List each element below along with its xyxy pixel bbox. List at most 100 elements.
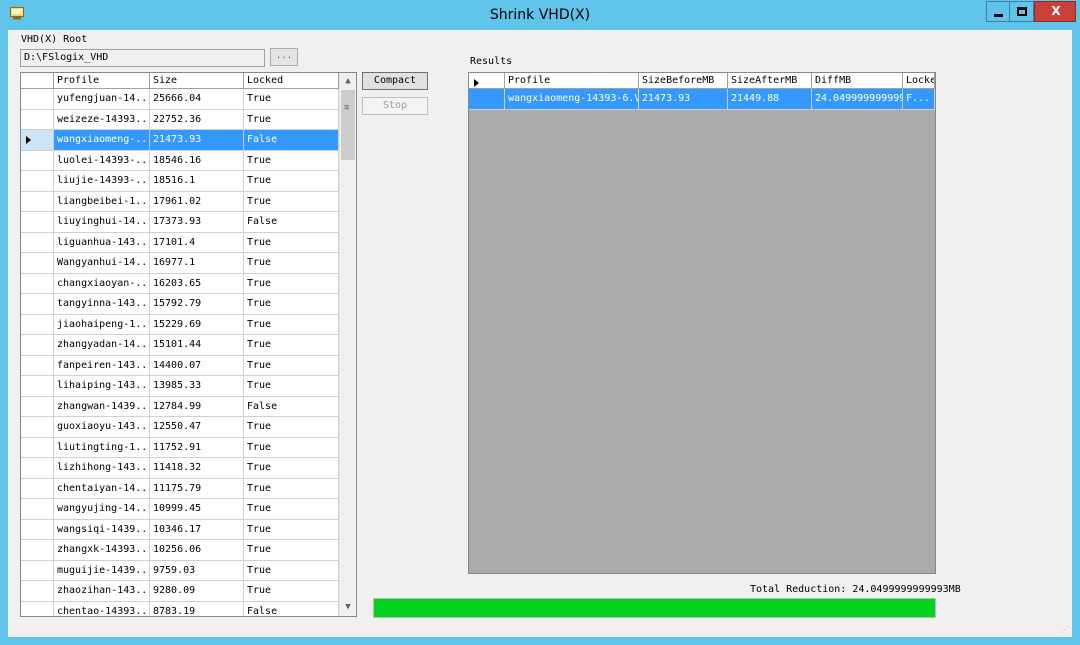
cell-size[interactable]: 25666.04 xyxy=(150,89,244,110)
cell-profile[interactable]: wangsiqi-1439... xyxy=(54,519,150,540)
cell-size[interactable]: 12550.47 xyxy=(150,417,244,438)
row-header[interactable] xyxy=(21,89,54,110)
table-row[interactable]: zhangwan-1439... 12784.99 False xyxy=(21,396,356,417)
cell-profile[interactable]: weizeze-14393... xyxy=(54,109,150,130)
table-row[interactable]: wangyujing-14... 10999.45 True xyxy=(21,499,356,520)
row-header[interactable] xyxy=(21,109,54,130)
cell-locked[interactable]: True xyxy=(244,294,339,315)
cell-locked[interactable]: True xyxy=(244,232,339,253)
cell-size[interactable]: 10346.17 xyxy=(150,519,244,540)
row-header[interactable] xyxy=(21,273,54,294)
cell-profile[interactable]: lizhihong-143... xyxy=(54,458,150,479)
row-header[interactable] xyxy=(21,396,54,417)
row-header[interactable] xyxy=(21,130,54,151)
cell-size[interactable]: 22752.36 xyxy=(150,109,244,130)
stop-button[interactable]: Stop xyxy=(362,97,428,115)
table-row[interactable]: muguijie-1439... 9759.03 True xyxy=(21,560,356,581)
cell-size[interactable]: 13985.33 xyxy=(150,376,244,397)
cell-locked[interactable]: False xyxy=(244,130,339,151)
table-row[interactable]: zhangyadan-14... 15101.44 True xyxy=(21,335,356,356)
cell-profile[interactable]: tangyinna-143... xyxy=(54,294,150,315)
cell-profile[interactable]: lihaiping-143... xyxy=(54,376,150,397)
column-header-sizebeforemb[interactable]: SizeBeforeMB xyxy=(639,73,728,89)
resize-grip-icon[interactable]: ⋰ xyxy=(1061,626,1069,634)
row-header[interactable] xyxy=(21,171,54,192)
cell-profile[interactable]: muguijie-1439... xyxy=(54,560,150,581)
row-header[interactable] xyxy=(469,79,505,110)
cell-locked[interactable]: True xyxy=(244,437,339,458)
row-header[interactable] xyxy=(21,601,54,616)
column-header-locked[interactable]: Locked xyxy=(903,73,935,89)
cell-size[interactable]: 17961.02 xyxy=(150,191,244,212)
scroll-down-icon[interactable]: ▼ xyxy=(340,599,356,616)
cell-locked[interactable]: F... xyxy=(903,89,935,110)
row-header[interactable] xyxy=(21,458,54,479)
results-grid[interactable]: Profile SizeBeforeMB SizeAfterMB DiffMB Lock… xyxy=(468,72,936,574)
cell-diffmb[interactable]: 24.0499999999993 xyxy=(812,89,903,110)
profiles-grid[interactable]: Profile Size Locked yufengjuan-14... 25666.0… xyxy=(20,72,357,617)
cell-locked[interactable]: True xyxy=(244,89,339,110)
cell-locked[interactable]: True xyxy=(244,478,339,499)
row-header[interactable] xyxy=(21,232,54,253)
cell-profile[interactable]: liangbeibei-1... xyxy=(54,191,150,212)
cell-profile[interactable]: zhaozihan-143... xyxy=(54,581,150,602)
cell-size[interactable]: 11752.91 xyxy=(150,437,244,458)
browse-button[interactable]: ... xyxy=(270,48,298,66)
cell-locked[interactable]: True xyxy=(244,499,339,520)
cell-locked[interactable]: True xyxy=(244,191,339,212)
cell-profile[interactable]: luolei-14393-... xyxy=(54,150,150,171)
row-header[interactable] xyxy=(21,417,54,438)
row-header[interactable] xyxy=(21,560,54,581)
cell-profile[interactable]: chentao-14393... xyxy=(54,601,150,616)
table-row[interactable]: liuyinghui-14... 17373.93 False xyxy=(21,212,356,233)
cell-size[interactable]: 21473.93 xyxy=(150,130,244,151)
column-header-locked[interactable]: Locked xyxy=(244,73,339,89)
cell-profile[interactable]: fanpeiren-143... xyxy=(54,355,150,376)
table-row[interactable]: guoxiaoyu-143... 12550.47 True xyxy=(21,417,356,438)
cell-size[interactable]: 8783.19 xyxy=(150,601,244,616)
profiles-scrollbar[interactable]: ▲ ≡ ▼ xyxy=(339,73,356,616)
row-header[interactable] xyxy=(21,314,54,335)
cell-locked[interactable]: False xyxy=(244,212,339,233)
table-row[interactable]: fanpeiren-143... 14400.07 True xyxy=(21,355,356,376)
table-row[interactable]: zhangxk-14393... 10256.06 True xyxy=(21,540,356,561)
cell-profile[interactable]: liguanhua-143... xyxy=(54,232,150,253)
table-row[interactable]: zhaozihan-143... 9280.09 True xyxy=(21,581,356,602)
cell-locked[interactable]: True xyxy=(244,560,339,581)
cell-locked[interactable]: True xyxy=(244,540,339,561)
row-header[interactable] xyxy=(21,253,54,274)
cell-locked[interactable]: True xyxy=(244,458,339,479)
cell-size[interactable]: 15229.69 xyxy=(150,314,244,335)
scroll-thumb[interactable] xyxy=(341,90,355,160)
minimize-button[interactable] xyxy=(986,1,1010,22)
row-header[interactable] xyxy=(21,581,54,602)
table-row[interactable]: wangsiqi-1439... 10346.17 True xyxy=(21,519,356,540)
cell-locked[interactable]: True xyxy=(244,335,339,356)
table-row[interactable]: lihaiping-143... 13985.33 True xyxy=(21,376,356,397)
row-header[interactable] xyxy=(21,335,54,356)
row-header[interactable] xyxy=(21,519,54,540)
cell-locked[interactable]: True xyxy=(244,109,339,130)
column-header-size[interactable]: Size xyxy=(150,73,244,89)
cell-profile[interactable]: liutingting-1... xyxy=(54,437,150,458)
cell-profile[interactable]: wangxiaomeng-... xyxy=(54,130,150,151)
table-row[interactable]: jiaohaipeng-1... 15229.69 True xyxy=(21,314,356,335)
row-header[interactable] xyxy=(21,355,54,376)
row-header[interactable] xyxy=(21,499,54,520)
row-header[interactable] xyxy=(21,191,54,212)
cell-size[interactable]: 10256.06 xyxy=(150,540,244,561)
cell-sizeaftermb[interactable]: 21449.88 xyxy=(728,89,812,110)
cell-size[interactable]: 11175.79 xyxy=(150,478,244,499)
cell-locked[interactable]: True xyxy=(244,519,339,540)
cell-size[interactable]: 11418.32 xyxy=(150,458,244,479)
cell-size[interactable]: 17101.4 xyxy=(150,232,244,253)
cell-profile[interactable]: zhangyadan-14... xyxy=(54,335,150,356)
table-row[interactable]: wangxiaomeng-... 21473.93 False xyxy=(21,130,356,151)
cell-profile[interactable]: wangyujing-14... xyxy=(54,499,150,520)
cell-profile[interactable]: yufengjuan-14... xyxy=(54,89,150,110)
table-row[interactable]: yufengjuan-14... 25666.04 True xyxy=(21,89,356,110)
table-row[interactable]: liutingting-1... 11752.91 True xyxy=(21,437,356,458)
cell-profile[interactable]: liujie-14393-... xyxy=(54,171,150,192)
cell-locked[interactable]: False xyxy=(244,601,339,616)
cell-locked[interactable]: True xyxy=(244,355,339,376)
